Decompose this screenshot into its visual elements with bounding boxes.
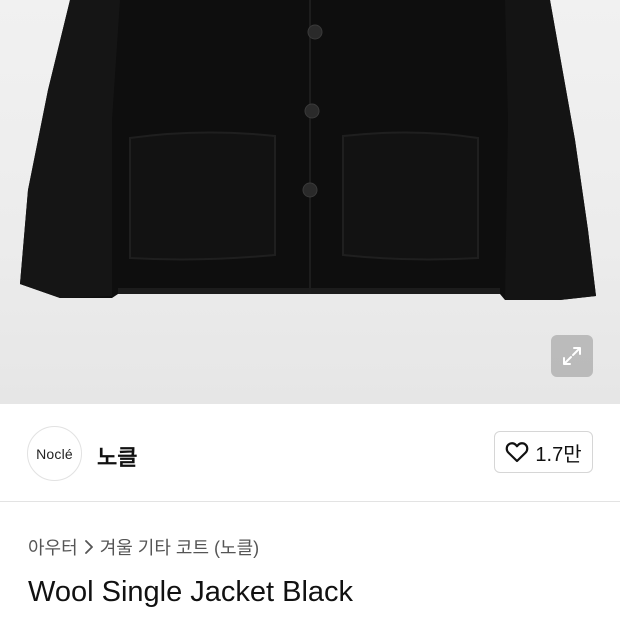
brand-logo[interactable]: Noclé bbox=[27, 426, 82, 481]
breadcrumb: 아우터 겨울 기타 코트 (노클) bbox=[28, 534, 259, 560]
heart-outline-icon bbox=[506, 442, 529, 463]
breadcrumb-item-outer[interactable]: 아우터 bbox=[28, 534, 78, 560]
brand-row: Noclé 노클 1.7만 bbox=[0, 404, 620, 502]
brand-name[interactable]: 노클 bbox=[97, 440, 137, 472]
like-button[interactable]: 1.7만 bbox=[494, 431, 593, 473]
jacket-photo bbox=[20, 0, 596, 300]
expand-image-button[interactable] bbox=[551, 335, 593, 377]
product-title: Wool Single Jacket Black bbox=[28, 576, 354, 608]
breadcrumb-item-category[interactable]: 겨울 기타 코트 (노클) bbox=[100, 534, 259, 560]
brand-logo-text: Noclé bbox=[36, 445, 73, 462]
product-image[interactable] bbox=[0, 0, 620, 404]
expand-arrows-icon bbox=[563, 347, 581, 365]
like-count: 1.7만 bbox=[535, 443, 582, 466]
product-page: Noclé 노클 1.7만 아우터 겨울 기타 코트 (노클) Wool Sin… bbox=[0, 0, 620, 620]
chevron-right-icon bbox=[84, 540, 94, 554]
